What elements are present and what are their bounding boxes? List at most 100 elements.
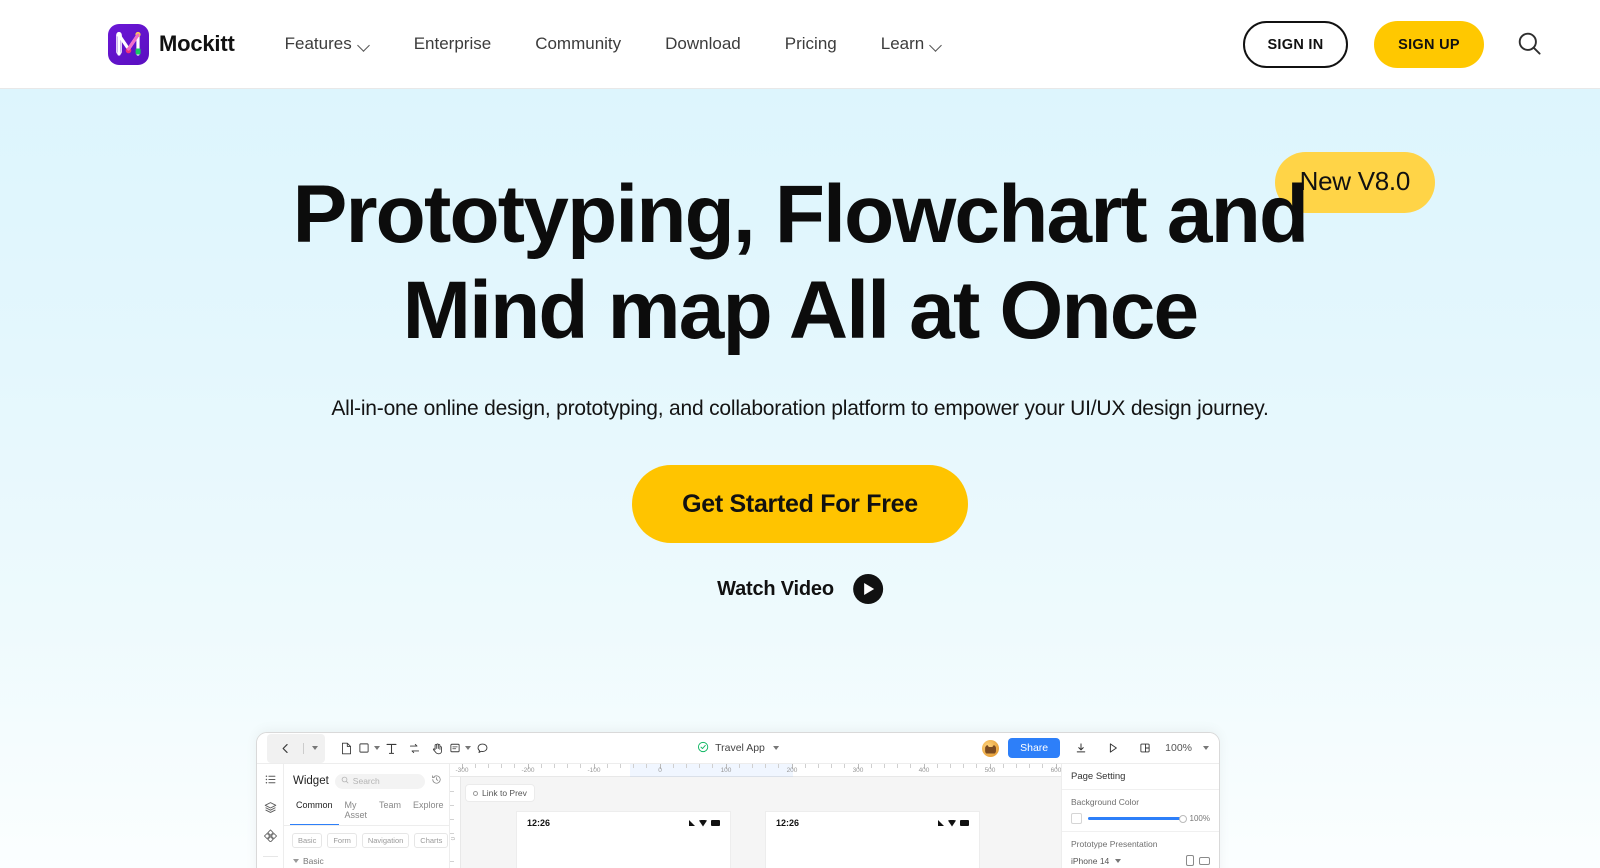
- nav-item-community[interactable]: Community: [513, 34, 643, 54]
- widget-search-placeholder: Search: [352, 776, 380, 786]
- chip-basic[interactable]: Basic: [292, 833, 323, 848]
- link-dot-icon: [473, 790, 478, 796]
- get-started-button[interactable]: Get Started For Free: [632, 465, 968, 543]
- chip-charts[interactable]: Charts: [414, 833, 449, 848]
- toolbar-right-actions: Share 100%: [982, 737, 1209, 760]
- artboard-status-icons: [938, 819, 969, 827]
- nav-item-learn[interactable]: Learn: [859, 34, 964, 54]
- artboard-time: 12:26: [527, 818, 551, 828]
- ruler-label: -300: [455, 767, 469, 774]
- layout-panel-icon[interactable]: [1133, 737, 1156, 760]
- link-to-prev-chip[interactable]: Link to Prev: [466, 785, 534, 801]
- components-icon[interactable]: [262, 827, 279, 844]
- sign-up-button[interactable]: SIGN UP: [1374, 21, 1484, 68]
- preview-play-icon[interactable]: [1101, 737, 1124, 760]
- prototype-presentation-section: Prototype Presentation iPhone 14: [1062, 832, 1219, 868]
- background-color-swatch[interactable]: [1071, 813, 1082, 824]
- history-icon[interactable]: [431, 772, 442, 790]
- ruler-label: 600: [1050, 767, 1061, 774]
- artboard-1[interactable]: 12:26: [517, 812, 730, 868]
- download-icon[interactable]: [1069, 737, 1092, 760]
- battery-icon: [711, 820, 720, 826]
- watch-video-button[interactable]: Watch Video: [717, 574, 883, 604]
- artboard-2[interactable]: 12:26: [766, 812, 979, 868]
- nav-item-download[interactable]: Download: [643, 34, 763, 54]
- tab-common[interactable]: Common: [290, 797, 339, 825]
- artboard-status-bar: 12:26: [517, 812, 730, 828]
- connector-icon[interactable]: [403, 737, 426, 760]
- prototype-presentation-label: Prototype Presentation: [1071, 839, 1158, 849]
- page-title: Prototyping, Flowchart and Mind map All …: [0, 167, 1600, 359]
- zoom-level[interactable]: 100%: [1165, 742, 1192, 754]
- background-color-label: Background Color: [1071, 797, 1140, 807]
- widget-search-input[interactable]: Search: [334, 773, 425, 789]
- design-canvas[interactable]: -300 -200 -100 0 100 200 300 400 500 600: [450, 764, 1061, 868]
- vertical-ruler[interactable]: 0: [450, 777, 461, 868]
- user-avatar[interactable]: [982, 739, 1000, 757]
- nav-item-pricing[interactable]: Pricing: [763, 34, 859, 54]
- ruler-label: -200: [521, 767, 535, 774]
- header-actions: SIGN IN SIGN UP: [1243, 0, 1600, 89]
- properties-title: Page Setting: [1071, 771, 1126, 782]
- chip-form[interactable]: Form: [327, 833, 357, 848]
- site-header: Mockitt Features Enterprise Community Do…: [0, 0, 1600, 89]
- tab-my-asset[interactable]: My Asset: [339, 797, 374, 825]
- brand-logo-link[interactable]: Mockitt: [108, 23, 235, 65]
- app-toolbar: Travel App Share 100%: [257, 733, 1219, 764]
- widget-category-chips: Basic Form Navigation Charts: [284, 826, 449, 852]
- back-button[interactable]: [267, 733, 325, 763]
- widget-panel-tabs: Common My Asset Team Explore: [284, 797, 449, 826]
- ruler-label: 100: [720, 767, 732, 774]
- mockitt-logo-icon: [108, 23, 149, 65]
- opacity-slider[interactable]: [1088, 814, 1187, 823]
- text-icon[interactable]: [380, 737, 403, 760]
- chip-navigation[interactable]: Navigation: [361, 833, 410, 848]
- nav-label: Community: [535, 34, 622, 53]
- signal-icon: [689, 820, 695, 826]
- brand-name: Mockitt: [159, 31, 235, 56]
- triangle-down-icon: [293, 859, 299, 863]
- ruler-label: 400: [918, 767, 930, 774]
- portrait-orientation-icon[interactable]: [1186, 855, 1194, 866]
- device-select[interactable]: iPhone 14: [1071, 855, 1122, 866]
- hero-section: New V8.0 Prototyping, Flowchart and Mind…: [0, 89, 1600, 868]
- horizontal-ruler[interactable]: -300 -200 -100 0 100 200 300 400 500 600: [450, 764, 1061, 777]
- wifi-icon: [699, 819, 707, 827]
- share-button[interactable]: Share: [1008, 738, 1061, 758]
- ruler-label: 500: [984, 767, 996, 774]
- landscape-orientation-icon[interactable]: [1199, 856, 1210, 865]
- app-preview-screenshot: Travel App Share 100% Widget Search Comm…: [256, 732, 1220, 868]
- rectangle-icon[interactable]: [358, 737, 380, 760]
- layers-icon[interactable]: [262, 799, 279, 816]
- nav-label: Features: [284, 34, 352, 53]
- rail-divider: [262, 856, 278, 857]
- chevron-down-icon: [772, 746, 779, 750]
- nav-label: Download: [665, 34, 741, 53]
- search-icon: [341, 776, 349, 786]
- chevron-down-icon: [931, 41, 942, 48]
- hand-icon[interactable]: [426, 737, 449, 760]
- nav-item-features[interactable]: Features: [263, 34, 392, 54]
- page-subtitle: All-in-one online design, prototyping, a…: [331, 397, 1269, 420]
- properties-panel: Page Setting Background Color 100% Proto…: [1061, 764, 1219, 868]
- page-setting-header: Page Setting: [1062, 764, 1219, 790]
- list-icon[interactable]: [262, 771, 279, 788]
- watch-video-label: Watch Video: [717, 577, 834, 600]
- widget-panel: Widget Search Common My Asset Team Explo…: [284, 764, 450, 868]
- widget-panel-title: Widget: [293, 775, 329, 787]
- note-icon[interactable]: [449, 737, 471, 760]
- sign-in-button[interactable]: SIGN IN: [1243, 21, 1348, 68]
- device-value: iPhone 14: [1071, 855, 1110, 866]
- widget-group-basic[interactable]: Basic: [284, 852, 449, 868]
- artboard-time: 12:26: [776, 818, 800, 828]
- tab-team[interactable]: Team: [373, 797, 407, 825]
- project-title-group[interactable]: Travel App: [697, 741, 779, 756]
- comment-icon[interactable]: [471, 737, 494, 760]
- chevron-down-icon: [1115, 858, 1122, 863]
- page-title-line-1: Prototyping, Flowchart and: [292, 169, 1309, 260]
- search-button[interactable]: [1506, 22, 1552, 68]
- tab-explore[interactable]: Explore: [407, 797, 450, 825]
- main-nav: Features Enterprise Community Download P…: [263, 34, 965, 54]
- nav-item-enterprise[interactable]: Enterprise: [392, 34, 513, 54]
- artboard-icon[interactable]: [335, 737, 358, 760]
